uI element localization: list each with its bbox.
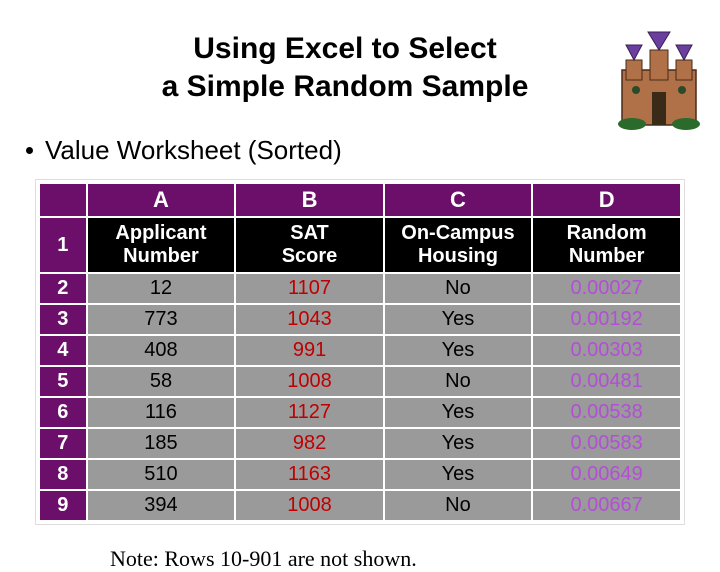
col-D: D: [532, 183, 681, 217]
table-row: 6 116 1127 Yes 0.00538: [39, 397, 681, 428]
col-C: C: [384, 183, 533, 217]
row-1: 1: [39, 217, 87, 273]
column-letter-row: A B C D: [39, 183, 681, 217]
title-line-1: Using Excel to Select: [193, 32, 496, 65]
title-line-2: a Simple Random Sample: [162, 70, 529, 103]
footnote: Note: Rows 10-901 are not shown.: [110, 546, 720, 572]
table-row: 4 408 991 Yes 0.00303: [39, 335, 681, 366]
subtitle-row: Value Worksheet (Sorted): [26, 135, 720, 166]
col-B: B: [235, 183, 383, 217]
corner-cell: [39, 183, 87, 217]
table-row: 2 12 1107 No 0.00027: [39, 273, 681, 304]
table-row: 5 58 1008 No 0.00481: [39, 366, 681, 397]
col-A: A: [87, 183, 236, 217]
spreadsheet-table: A B C D 1 ApplicantNumber SATScore On-Ca…: [36, 180, 684, 524]
slide-title: Using Excel to Select a Simple Random Sa…: [0, 20, 720, 105]
hdr-applicant: ApplicantNumber: [87, 217, 236, 273]
table-row: 9 394 1008 No 0.00667: [39, 490, 681, 521]
castle-clipart: [614, 30, 704, 130]
hdr-sat: SATScore: [235, 217, 383, 273]
subtitle-text: Value Worksheet (Sorted): [45, 135, 342, 166]
bullet-icon: [26, 147, 33, 154]
table-row: 3 773 1043 Yes 0.00192: [39, 304, 681, 335]
table-row: 8 510 1163 Yes 0.00649: [39, 459, 681, 490]
hdr-housing: On-CampusHousing: [384, 217, 533, 273]
table-row: 7 185 982 Yes 0.00583: [39, 428, 681, 459]
hdr-random: RandomNumber: [532, 217, 681, 273]
